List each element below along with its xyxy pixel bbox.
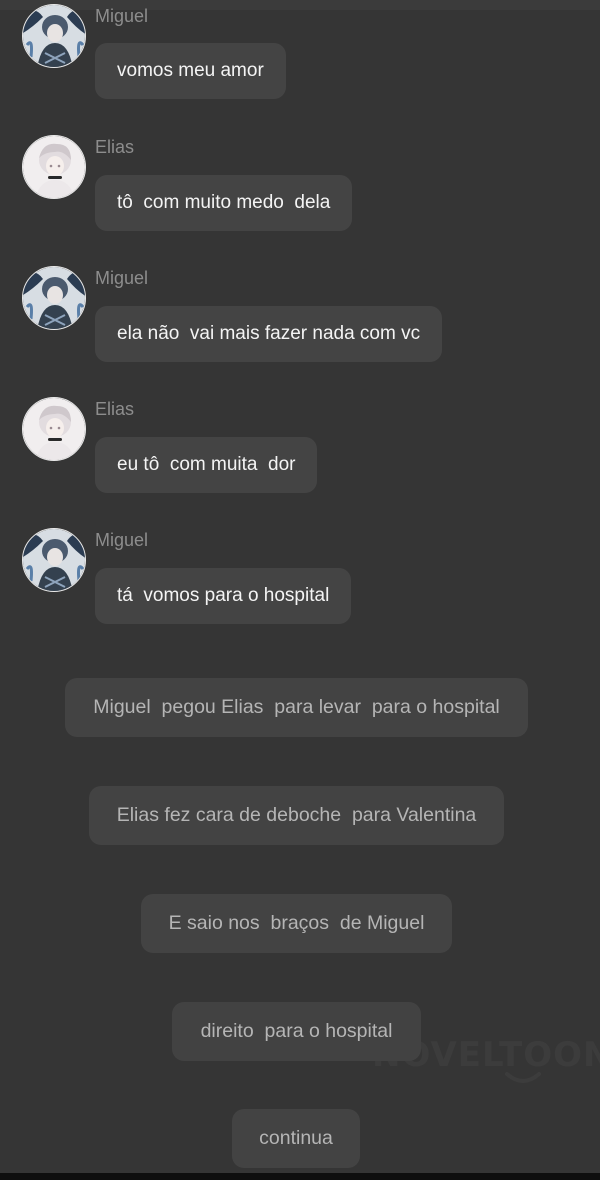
elias-avatar-icon[interactable] <box>22 135 86 199</box>
narration-block: direito para o hospital <box>172 1002 421 1061</box>
sender-name: Miguel <box>95 530 149 550</box>
narration-block: Elias fez cara de deboche para Valentina <box>89 786 504 845</box>
message-bubble: tá vomos para o hospital <box>95 568 352 624</box>
elias-avatar-icon[interactable] <box>22 397 86 461</box>
continue-label[interactable]: continua <box>232 1109 360 1168</box>
miguel-avatar-icon[interactable] <box>22 528 86 592</box>
bottom-navigation-bar <box>0 1173 600 1180</box>
top-status-bar <box>0 0 600 10</box>
sender-name: Miguel <box>95 6 149 26</box>
miguel-avatar-icon[interactable] <box>22 266 86 330</box>
sender-name: Miguel <box>95 268 149 288</box>
sender-name: Elias <box>95 399 135 419</box>
message-bubble: eu tô com muita dor <box>95 437 318 493</box>
sender-name: Elias <box>95 137 135 157</box>
narration-block: E saio nos braços de Miguel <box>141 894 452 953</box>
miguel-avatar-icon[interactable] <box>22 4 86 68</box>
narration-block: Miguel pegou Elias para levar para o hos… <box>65 678 528 737</box>
message-bubble: tô com muito medo dela <box>95 175 353 231</box>
watermark-smile-icon <box>505 1072 541 1083</box>
message-bubble: ela não vai mais fazer nada com vc <box>95 306 443 362</box>
message-bubble: vomos meu amor <box>95 43 286 99</box>
